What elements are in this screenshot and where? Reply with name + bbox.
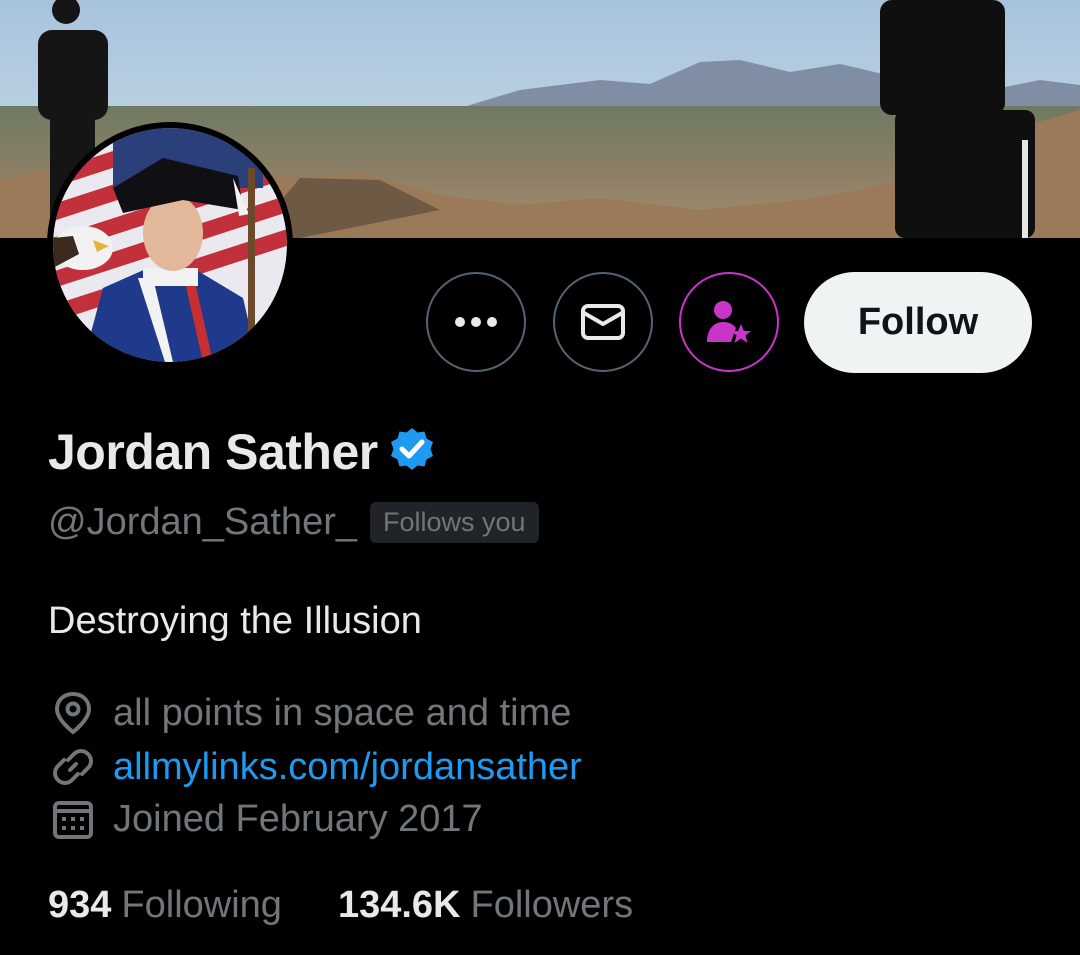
envelope-icon: [581, 304, 625, 340]
follow-button[interactable]: Follow: [804, 272, 1032, 373]
handle-row: @Jordan_Sather_ Follows you: [48, 498, 539, 546]
follow-stats: 934 Following 134.6K Followers: [48, 880, 633, 930]
follows-you-badge: Follows you: [370, 501, 539, 543]
followers-label: Followers: [470, 883, 634, 926]
following-label: Following: [121, 883, 282, 926]
location-pin-icon: [50, 690, 96, 736]
username-handle: @Jordan_Sather_: [48, 500, 357, 543]
more-icon: [455, 317, 497, 327]
link-icon: [50, 744, 96, 790]
profile-name-row: Jordan Sather: [48, 420, 436, 484]
followers-stat[interactable]: 134.6K Followers: [338, 884, 633, 927]
location-text: all points in space and time: [113, 691, 572, 734]
subscribe-button[interactable]: [679, 272, 779, 372]
message-button[interactable]: [553, 272, 653, 372]
followers-count: 134.6K: [337, 883, 461, 926]
calendar-icon: [50, 796, 96, 842]
location-row: all points in space and time: [50, 688, 571, 738]
subscribe-person-star-icon: [707, 301, 751, 343]
verified-badge-icon[interactable]: [388, 426, 436, 479]
avatar[interactable]: [47, 122, 293, 368]
more-button[interactable]: [426, 272, 526, 372]
joined-date: Joined February 2017: [113, 797, 483, 840]
avatar-image: [53, 128, 287, 362]
following-count: 934: [48, 883, 112, 926]
website-link[interactable]: allmylinks.com/jordansather: [113, 746, 582, 789]
website-row: allmylinks.com/jordansather: [50, 742, 582, 792]
display-name: Jordan Sather: [48, 424, 378, 480]
profile-bio: Destroying the Illusion: [48, 600, 422, 642]
following-stat[interactable]: 934 Following: [48, 884, 282, 927]
joined-row: Joined February 2017: [50, 794, 483, 844]
